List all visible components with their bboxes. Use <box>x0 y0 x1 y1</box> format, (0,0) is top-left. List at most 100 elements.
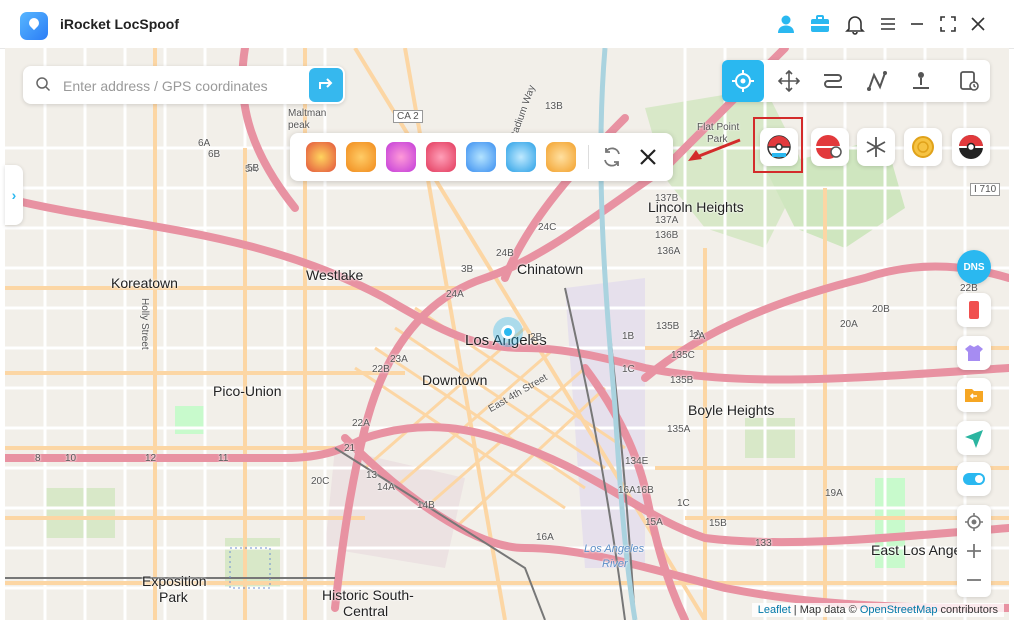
map-label-exit-12: 12 <box>145 453 157 464</box>
fullscreen-icon[interactable] <box>937 13 959 35</box>
two-spot-mode-button[interactable] <box>812 60 854 102</box>
game-swords-icon[interactable] <box>386 142 416 172</box>
search-go-button[interactable] <box>309 68 343 102</box>
map-label-exit-1c: 1C <box>677 498 690 509</box>
search-icon <box>36 77 51 92</box>
map-label-pico-union: Pico-Union <box>213 383 282 399</box>
game-map-pin-icon[interactable] <box>466 142 496 172</box>
paper-plane-icon <box>965 430 983 448</box>
joystick-mode-button[interactable] <box>768 60 810 102</box>
map-label-exit-135c: 135C <box>671 350 695 361</box>
map-label-exit-8: 8 <box>35 453 41 464</box>
crosshair-icon <box>732 70 754 92</box>
refresh-icon[interactable] <box>600 145 624 169</box>
map-label-exit-135b: 135B <box>656 321 680 332</box>
game-monster-icon[interactable] <box>346 142 376 172</box>
zoom-in-button[interactable] <box>957 536 991 566</box>
current-location-marker[interactable] <box>493 317 523 347</box>
map-label-exit-2a: 2A <box>693 331 706 342</box>
map-label-la-river-2: River <box>602 558 628 570</box>
folder-icon <box>965 389 983 402</box>
bell-icon[interactable] <box>844 13 866 35</box>
map-label-maltman: Maltman <box>288 108 327 119</box>
map-label-downtown: Downtown <box>422 372 488 388</box>
skin-button[interactable] <box>957 336 991 370</box>
game-globe-icon[interactable] <box>506 142 536 172</box>
import-button[interactable] <box>957 378 991 412</box>
map-label-historic-south: Historic South- <box>322 587 414 603</box>
zoom-panel <box>957 505 991 597</box>
map-label-historic-south-central: Central <box>343 603 389 619</box>
leaflet-link[interactable]: Leaflet <box>758 604 791 616</box>
map-label-exit-13b: 13B <box>545 101 563 112</box>
close-icon[interactable] <box>967 13 989 35</box>
map-label-exit-10: 10 <box>65 453 77 464</box>
osm-link[interactable]: OpenStreetMap <box>860 604 938 616</box>
map-label-exit-136b: 136B <box>655 230 679 241</box>
route-icon <box>824 74 842 88</box>
user-icon[interactable] <box>775 13 797 35</box>
map-label-exit-22a: 22A <box>352 418 370 429</box>
jump-mode-button[interactable] <box>900 60 942 102</box>
left-panel-toggle[interactable]: › <box>5 165 23 225</box>
freeze-button[interactable] <box>857 128 895 166</box>
phone-icon <box>969 301 979 319</box>
map-label-exit-135a: 135A <box>667 424 691 435</box>
map-label-maltman-peak: peak <box>288 120 310 131</box>
map-label-exit-14a: 14A <box>377 482 395 493</box>
map-label-exit-22b-w: 22B <box>372 364 390 375</box>
map-label-exit-14b: 14B <box>417 500 435 511</box>
move-arrows-icon <box>777 69 801 93</box>
history-icon <box>960 71 979 91</box>
multi-spot-icon <box>867 71 887 91</box>
multi-spot-mode-button[interactable] <box>856 60 898 102</box>
map-label-la-river: Los Angeles <box>584 543 645 555</box>
coin-icon <box>912 136 934 158</box>
app-window: iRocket LocSpoof Chinatown Westlake Kore… <box>0 0 1014 623</box>
map-label-westlake: Westlake <box>306 267 364 283</box>
map-label-ca2: CA 2 <box>393 110 423 123</box>
toolbox-icon[interactable] <box>809 13 831 35</box>
send-button[interactable] <box>957 421 991 455</box>
map-label-exit-20a: 20A <box>840 319 858 330</box>
pokeball-search-button[interactable] <box>811 128 849 166</box>
device-button[interactable] <box>957 293 991 327</box>
app-title: iRocket LocSpoof <box>60 16 180 32</box>
map-label-exit-20c: 20C <box>311 476 330 487</box>
locate-me-button[interactable] <box>957 507 991 537</box>
close-game-bar-icon[interactable] <box>636 145 660 169</box>
pointer-arrow-icon <box>688 138 741 161</box>
attribution-contributors: contributors <box>937 604 998 616</box>
toggle-button[interactable] <box>957 462 991 496</box>
map-label-i710: I 710 <box>970 183 1001 196</box>
app-logo-icon <box>20 12 48 40</box>
locate-icon <box>965 513 983 531</box>
history-button[interactable] <box>948 60 990 102</box>
map-label-exit-2b: 2B <box>530 332 543 343</box>
menu-icon[interactable] <box>877 13 899 35</box>
map-label-exit-20b: 20B <box>872 304 890 315</box>
highlight-box <box>753 117 803 173</box>
mode-toolbar <box>722 60 990 102</box>
dns-button[interactable]: DNS <box>957 250 991 284</box>
minus-icon <box>967 579 981 581</box>
game-crossed-icon[interactable] <box>426 142 456 172</box>
minimize-icon[interactable] <box>906 13 928 35</box>
coin-button[interactable] <box>904 128 942 166</box>
toolbar-divider <box>588 145 589 169</box>
jump-icon <box>913 72 929 89</box>
plus-icon <box>967 544 981 558</box>
pokeball-dark-icon <box>959 135 983 159</box>
game-pokemon-go-icon[interactable] <box>306 142 336 172</box>
map-label-boyle-heights: Boyle Heights <box>688 402 775 418</box>
teleport-mode-button[interactable] <box>722 60 764 102</box>
search-input[interactable] <box>61 74 315 98</box>
pokeball-dark-button[interactable] <box>952 128 990 166</box>
map-label-exit-19a: 19A <box>825 488 843 499</box>
map-label-exit-21: 21 <box>344 443 356 454</box>
map-label-exit-11: 11 <box>218 453 229 464</box>
map-label-exit-23a: 23A <box>390 354 408 365</box>
zoom-out-button[interactable] <box>957 565 991 595</box>
game-compass-icon[interactable] <box>546 142 576 172</box>
pokeball-search-icon <box>816 135 842 159</box>
